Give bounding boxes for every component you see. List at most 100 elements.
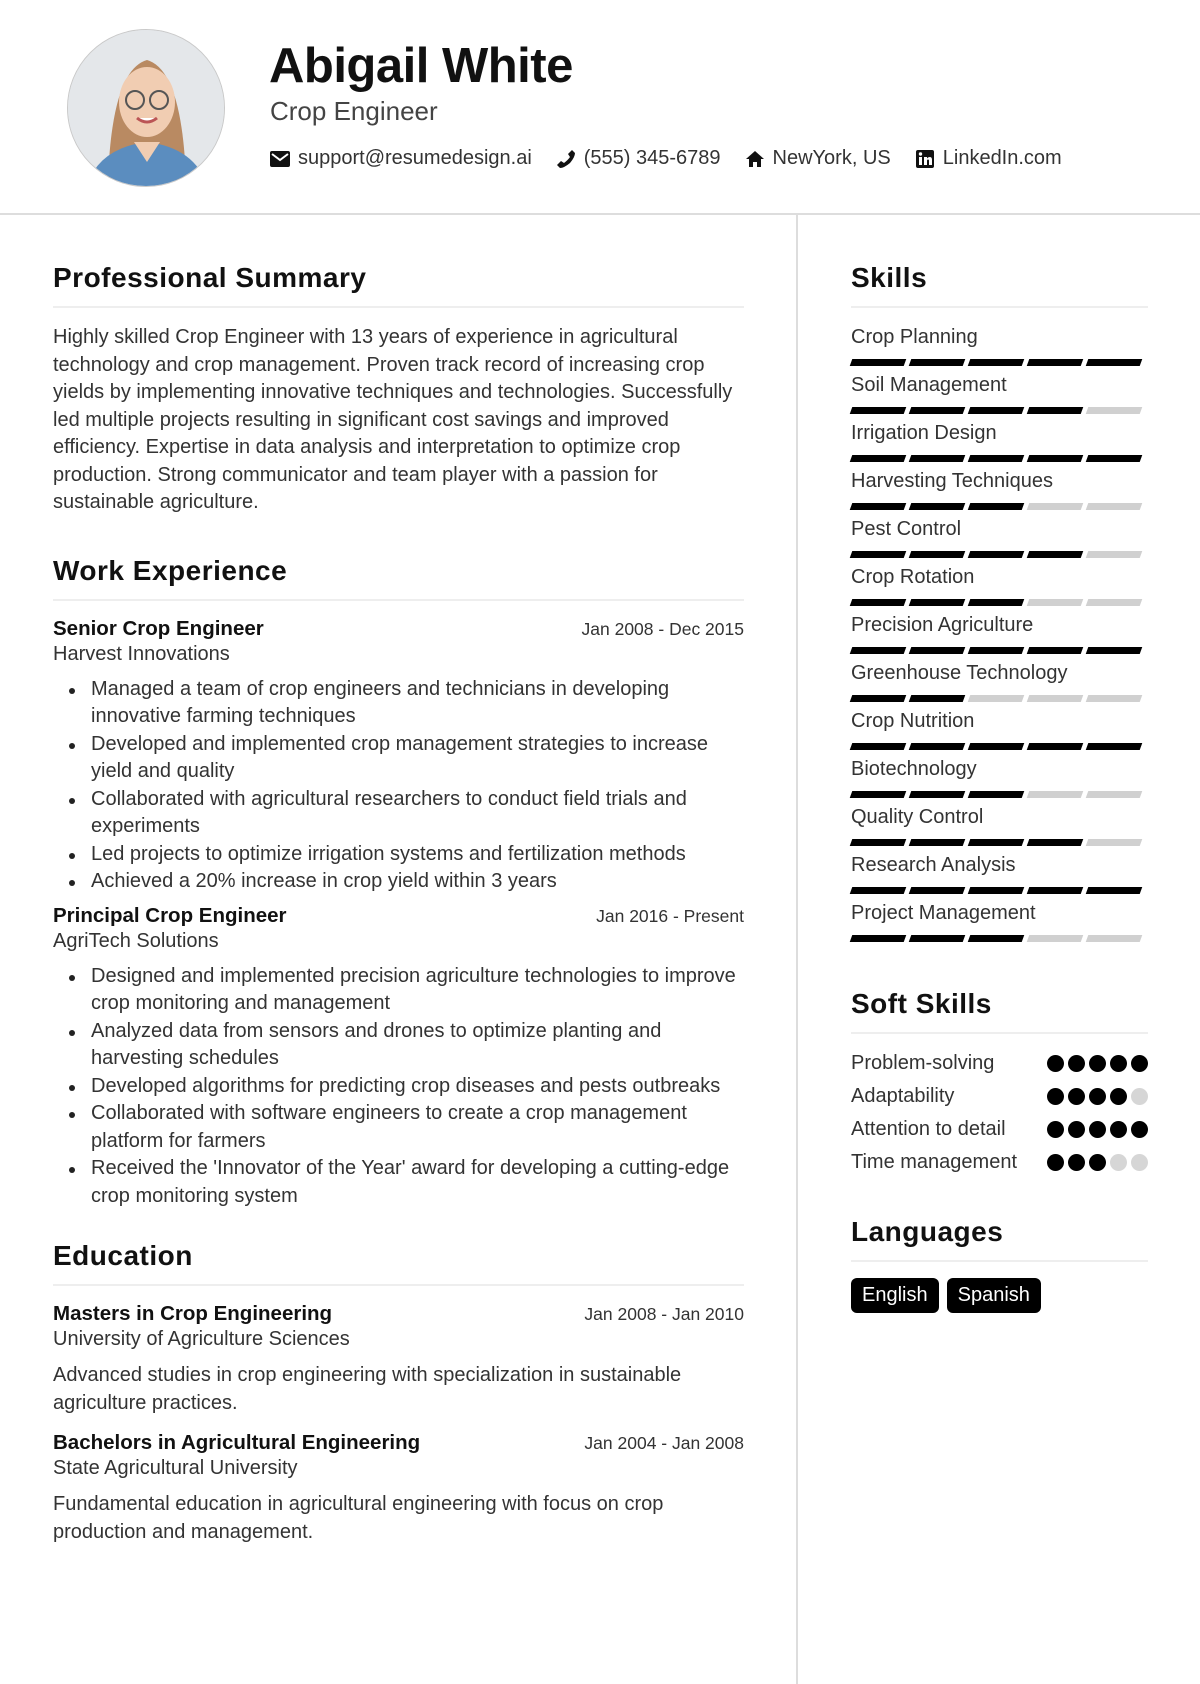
- level-segment-filled: [908, 551, 966, 558]
- bullet-item: Achieved a 20% increase in crop yield wi…: [53, 868, 744, 896]
- skill-level-bar: [849, 695, 1148, 702]
- email-text: support@resumedesign.ai: [298, 147, 532, 169]
- job-dates: Jan 2016 - Present: [596, 905, 744, 926]
- rating-dot-filled: [1068, 1121, 1085, 1138]
- skill-item: Irrigation Design: [849, 420, 1148, 462]
- contact-phone[interactable]: (555) 345-6789: [556, 147, 721, 170]
- level-segment-empty: [1085, 551, 1143, 558]
- level-segment-empty: [1085, 935, 1143, 942]
- rating-dot-filled: [1110, 1055, 1127, 1072]
- rating-dot-filled: [1047, 1055, 1064, 1072]
- level-segment-filled: [1085, 887, 1143, 894]
- rating-dot-filled: [1089, 1055, 1106, 1072]
- skill-level-bar: [849, 791, 1148, 798]
- bullet-item: Managed a team of crop engineers and tec…: [53, 676, 744, 731]
- skill-level-bar: [849, 887, 1148, 894]
- skill-level-bar: [849, 839, 1148, 846]
- rating-dot-empty: [1110, 1154, 1127, 1171]
- rating-dot-empty: [1131, 1088, 1148, 1105]
- level-segment-filled: [849, 551, 907, 558]
- rating-dot-filled: [1047, 1088, 1064, 1105]
- level-segment-empty: [967, 695, 1025, 702]
- summary-heading: Professional Summary: [53, 262, 744, 308]
- languages-list: English Spanish: [851, 1278, 1148, 1313]
- skill-name: Precision Agriculture: [851, 614, 1034, 636]
- contact-email[interactable]: support@resumedesign.ai: [270, 147, 532, 170]
- level-segment-filled: [908, 791, 966, 798]
- level-segment-filled: [908, 359, 966, 366]
- language-badge: English: [851, 1278, 939, 1313]
- soft-skills-list: Problem-solving Adaptability Attention to …: [851, 1050, 1148, 1176]
- soft-skill-rating: [1047, 1055, 1148, 1072]
- level-segment-empty: [1085, 695, 1143, 702]
- skill-name: Harvesting Techniques: [851, 470, 1053, 492]
- level-segment-filled: [849, 887, 907, 894]
- soft-skill-item: Attention to detail: [851, 1116, 1148, 1143]
- education-description: Advanced studies in crop engineering wit…: [53, 1364, 682, 1414]
- level-segment-filled: [908, 887, 966, 894]
- level-segment-filled: [1085, 359, 1143, 366]
- skill-name: Project Management: [851, 902, 1036, 924]
- level-segment-filled: [1026, 887, 1084, 894]
- bullet-item: Led projects to optimize irrigation syst…: [53, 841, 744, 869]
- level-segment-filled: [908, 647, 966, 654]
- skill-item: Precision Agriculture: [849, 612, 1148, 654]
- home-icon: [745, 149, 765, 169]
- skill-level-bar: [849, 935, 1148, 942]
- level-segment-empty: [1026, 599, 1084, 606]
- skill-item: Biotechnology: [849, 756, 1148, 798]
- summary-section: Professional Summary Highly skilled Crop…: [53, 262, 744, 517]
- job-dates: Jan 2008 - Dec 2015: [581, 618, 744, 639]
- phone-text: (555) 345-6789: [583, 147, 721, 169]
- bullet-item: Analyzed data from sensors and drones to…: [53, 1018, 744, 1073]
- bullet-item: Developed algorithms for predicting crop…: [53, 1073, 744, 1101]
- rating-dot-filled: [1068, 1055, 1085, 1072]
- skill-item: Quality Control: [849, 804, 1148, 846]
- level-segment-filled: [967, 407, 1025, 414]
- level-segment-filled: [849, 359, 907, 366]
- linkedin-text: LinkedIn.com: [942, 147, 1062, 169]
- level-segment-filled: [967, 935, 1025, 942]
- main-column: Professional Summary Highly skilled Crop…: [53, 262, 744, 1560]
- level-segment-filled: [849, 935, 907, 942]
- job-title: Crop Engineer: [270, 96, 438, 126]
- level-segment-empty: [1085, 839, 1143, 846]
- level-segment-filled: [849, 503, 907, 510]
- skill-name: Crop Planning: [851, 326, 978, 348]
- skill-name: Crop Rotation: [851, 566, 975, 588]
- soft-skill-rating: [1047, 1088, 1148, 1105]
- degree-name: Bachelors in Agricultural Engineering: [53, 1431, 421, 1454]
- job-header: Senior Crop Engineer Jan 2008 - Dec 2015: [53, 617, 744, 641]
- skill-item: Crop Nutrition: [849, 708, 1148, 750]
- level-segment-filled: [849, 407, 907, 414]
- soft-skill-name: Problem-solving: [851, 1052, 995, 1074]
- rating-dot-filled: [1089, 1154, 1106, 1171]
- education-header: Masters in Crop Engineering Jan 2008 - Ja…: [53, 1302, 744, 1326]
- rating-dot-filled: [1089, 1121, 1106, 1138]
- skill-name: Soil Management: [851, 374, 1007, 396]
- skill-item: Crop Rotation: [849, 564, 1148, 606]
- profile-photo: [67, 29, 225, 187]
- level-segment-filled: [1026, 359, 1084, 366]
- soft-skill-name: Time management: [851, 1151, 1017, 1173]
- level-segment-filled: [1085, 455, 1143, 462]
- soft-skills-section: Soft Skills Problem-solving Adaptability A…: [851, 988, 1148, 1176]
- soft-skill-name: Adaptability: [851, 1085, 955, 1107]
- skill-level-bar: [849, 599, 1148, 606]
- bullet-item: Designed and implemented precision agric…: [53, 963, 744, 1018]
- rating-dot-filled: [1068, 1154, 1085, 1171]
- skills-heading: Skills: [851, 262, 1148, 308]
- level-segment-filled: [967, 839, 1025, 846]
- experience-section: Work Experience Senior Crop Engineer Jan …: [53, 555, 744, 1211]
- rating-dot-empty: [1131, 1154, 1148, 1171]
- level-segment-filled: [1026, 455, 1084, 462]
- job-bullets: Designed and implemented precision agric…: [53, 963, 744, 1211]
- rating-dot-filled: [1131, 1055, 1148, 1072]
- job-company: Harvest Innovations: [53, 642, 230, 665]
- skill-item: Harvesting Techniques: [849, 468, 1148, 510]
- rating-dot-filled: [1068, 1088, 1085, 1105]
- level-segment-filled: [1026, 407, 1084, 414]
- soft-skill-item: Time management: [851, 1149, 1148, 1176]
- resume-header: Abigail White Crop Engineer support@resu…: [0, 0, 1200, 215]
- contact-linkedin[interactable]: LinkedIn.com: [915, 147, 1062, 170]
